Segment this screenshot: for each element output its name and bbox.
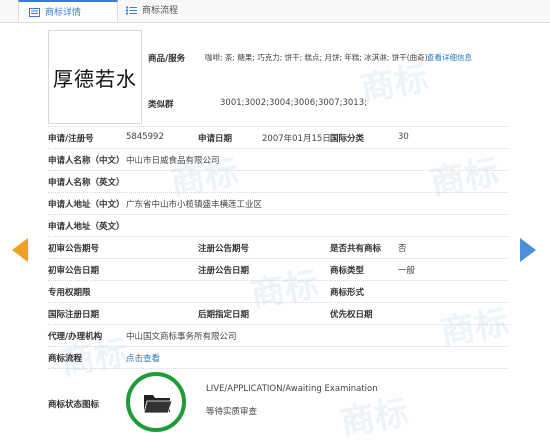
trademark-image: 厚德若水 — [48, 30, 142, 124]
divider — [48, 368, 508, 369]
tab-label: 商标详情 — [45, 8, 82, 18]
divider — [48, 236, 508, 237]
previous-arrow-icon[interactable] — [12, 238, 28, 262]
folder-icon — [143, 395, 173, 414]
divider — [48, 170, 508, 171]
divider — [48, 148, 508, 149]
tab-label: 商标流程 — [142, 6, 179, 16]
process-view-link[interactable]: 点击查看 — [126, 352, 160, 364]
mark-form-label: 商标形式 — [330, 288, 365, 298]
divider — [48, 302, 508, 303]
applicant-en-label: 申请人名称（英文） — [48, 178, 125, 188]
address-cn-label: 申请人地址（中文） — [48, 200, 125, 210]
agent-label: 代理/办理机构 — [48, 332, 103, 342]
process-label: 商标流程 — [48, 354, 83, 364]
application-no-value: 5845992 — [126, 132, 164, 142]
goods-value: 咖啡; 茶; 糖果; 巧克力; 饼干; 糕点; 月饼; 年糕; 冰淇淋; 饼干(… — [205, 53, 431, 62]
application-no-label: 申请/注册号 — [48, 134, 94, 144]
applicant-cn-value: 中山市日威食品有限公司 — [126, 156, 220, 166]
status-cn: 等待实质审查 — [206, 407, 258, 417]
reg-pub-no-label: 注册公告期号 — [198, 244, 250, 254]
view-details-link[interactable]: 查看详细信息 — [427, 52, 472, 63]
status-label: 商标状态图标 — [48, 400, 100, 410]
shared-value: 否 — [398, 244, 407, 254]
divider — [48, 192, 508, 193]
address-en-label: 申请人地址（英文） — [48, 222, 125, 232]
application-date-label: 申请日期 — [198, 134, 233, 144]
prelim-pub-date-label: 初审公告日期 — [48, 266, 100, 276]
goods-label: 商品/服务 — [148, 54, 186, 64]
mark-type-label: 商标类型 — [330, 266, 365, 276]
intl-class-label: 国际分类 — [330, 134, 365, 144]
tab-bar: 商标详情 商标流程 — [0, 0, 550, 23]
intl-class-value: 30 — [398, 132, 409, 142]
status-en: LIVE/APPLICATION/Awaiting Examination — [206, 384, 378, 394]
divider — [48, 126, 508, 127]
tab-trademark-details[interactable]: 商标详情 — [18, 0, 118, 22]
similar-group-label: 类似群 — [148, 100, 174, 110]
intl-reg-date-label: 国际注册日期 — [48, 310, 100, 320]
mark-type-value: 一般 — [398, 266, 416, 276]
applicant-cn-label: 申请人名称（中文） — [48, 156, 125, 166]
watermark: 商标 — [247, 264, 322, 316]
divider — [48, 324, 508, 325]
prelim-pub-no-label: 初审公告期号 — [48, 244, 100, 254]
agent-value: 中山国文商标事务所有限公司 — [126, 332, 237, 342]
divider — [48, 346, 508, 347]
divider — [48, 280, 508, 281]
document-icon — [29, 8, 40, 17]
tab-trademark-process[interactable]: 商标流程 — [116, 0, 216, 22]
trademark-logo-text: 厚德若水 — [53, 66, 137, 91]
next-arrow-icon[interactable] — [520, 238, 536, 262]
shared-label: 是否共有商标 — [330, 244, 382, 254]
divider — [48, 258, 508, 259]
divider — [48, 214, 508, 215]
address-cn-value: 广东省中山市小榄镇盛丰横莲工业区 — [126, 200, 263, 210]
later-designation-label: 后期指定日期 — [198, 310, 250, 320]
status-icon-ring — [126, 372, 186, 432]
watermark: 商标 — [427, 152, 502, 204]
exclusive-period-label: 专用权期限 — [48, 288, 91, 298]
reg-pub-date-label: 注册公告日期 — [198, 266, 250, 276]
priority-date-label: 优先权日期 — [330, 310, 373, 320]
application-date-value: 2007年01月15日 — [262, 134, 331, 144]
list-icon — [126, 6, 137, 15]
similar-group-value: 3001;3002;3004;3006;3007;3013; — [220, 98, 367, 108]
